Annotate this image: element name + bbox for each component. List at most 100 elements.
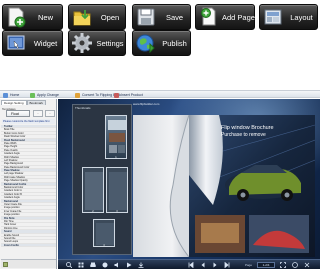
publish-button-label: Publish — [162, 38, 187, 48]
autoflip-icon[interactable] — [126, 262, 132, 268]
property-name: Toolbar — [4, 125, 13, 128]
property-value[interactable] — [31, 193, 56, 195]
property-value[interactable] — [31, 179, 56, 181]
property-value[interactable] — [31, 166, 56, 168]
property-value[interactable] — [31, 172, 56, 174]
strip-insert-product[interactable]: Insert Product — [114, 92, 143, 98]
property-name: Left Shadow — [4, 158, 18, 162]
property-section-header[interactable]: Zoom Config — [1, 243, 56, 248]
flip-book[interactable]: Flip window Brochure Purchase to remove — [133, 114, 315, 258]
property-name: Image position — [4, 213, 20, 216]
property-value[interactable] — [31, 162, 56, 164]
left-page[interactable] — [133, 114, 190, 258]
property-value[interactable] — [31, 223, 56, 225]
thumbnail-page[interactable]: 3 — [106, 167, 128, 213]
tab-bookmark[interactable]: Bookmark — [26, 100, 47, 105]
property-value[interactable] — [31, 145, 56, 147]
property-value[interactable] — [31, 203, 56, 205]
property-value[interactable] — [31, 217, 56, 219]
property-value[interactable] — [31, 206, 56, 208]
property-value[interactable] — [31, 237, 56, 239]
save-button[interactable]: Save — [132, 4, 191, 30]
property-value[interactable] — [31, 149, 56, 151]
zoom-icon[interactable] — [66, 262, 72, 268]
widget-button[interactable]: Widget — [2, 30, 63, 56]
previous-page-icon[interactable] — [200, 262, 206, 268]
settings-button-label: Settings — [96, 38, 124, 48]
help-icon[interactable] — [3, 262, 8, 267]
thumbnail-number: 1 — [115, 156, 117, 159]
property-grid: Toolbar Book Title Button Icons Color Flash… — [1, 125, 56, 248]
property-value[interactable] — [31, 156, 56, 158]
sound-icon[interactable] — [114, 262, 120, 268]
strip-home[interactable]: Home — [3, 92, 19, 98]
property-name: Zoom Config — [4, 243, 19, 247]
thumbnail-page[interactable]: 4 — [93, 219, 115, 247]
property-name: Outer Image File — [4, 202, 22, 206]
main-toolbar: New Open Save Add Page Layout Widget Set… — [0, 0, 320, 60]
property-value[interactable] — [31, 159, 56, 161]
thumbnail-page[interactable]: 2 — [82, 167, 104, 213]
property-value[interactable] — [31, 186, 56, 188]
strip-apply-change[interactable]: Apply Change — [30, 92, 59, 98]
publish-button[interactable]: Publish — [132, 30, 191, 56]
page-number-input[interactable]: 1-2/4 — [257, 262, 275, 268]
right-page[interactable]: Flip window Brochure Purchase to remove — [189, 115, 315, 257]
template-select[interactable]: Float — [6, 110, 30, 117]
property-value[interactable] — [31, 189, 56, 191]
close-icon[interactable] — [304, 262, 310, 268]
property-value[interactable] — [31, 142, 56, 144]
property-value[interactable] — [31, 227, 56, 229]
download-icon[interactable] — [138, 262, 144, 268]
property-value[interactable] — [31, 220, 56, 222]
new-page-icon — [8, 7, 26, 28]
property-name: Gradient Angle — [4, 196, 20, 199]
property-value[interactable] — [31, 176, 56, 178]
first-page-icon[interactable] — [188, 262, 194, 268]
property-value[interactable] — [31, 125, 56, 127]
property-value[interactable] — [31, 135, 56, 137]
add-page-button[interactable]: Add Page — [195, 4, 255, 30]
thumbnail-number: 3 — [116, 210, 118, 213]
thumbnail-image — [85, 172, 103, 210]
property-value[interactable] — [31, 132, 56, 134]
property-value[interactable] — [31, 152, 56, 154]
open-button[interactable]: Open — [68, 4, 126, 30]
print-icon[interactable] — [90, 262, 96, 268]
tab-design-setting[interactable]: Design Setting — [1, 100, 27, 105]
apply-change-icon — [30, 92, 35, 98]
new-button-label: New — [37, 12, 53, 22]
property-name: Sound Loops — [4, 240, 19, 243]
layout-button[interactable]: Layout — [259, 4, 318, 30]
fullscreen-icon[interactable] — [280, 262, 286, 268]
property-value[interactable] — [31, 196, 56, 198]
property-value[interactable] — [31, 244, 56, 246]
settings-button[interactable]: Settings — [68, 30, 126, 56]
template-option-button[interactable]: ... — [45, 110, 55, 117]
share-icon[interactable] — [102, 262, 108, 268]
help-icon[interactable] — [292, 262, 298, 268]
property-value[interactable] — [31, 230, 56, 232]
thumbnail-page[interactable]: 1 — [105, 115, 127, 159]
property-value[interactable] — [31, 213, 56, 215]
page-curl-image — [169, 114, 190, 258]
thumbnail-image — [108, 120, 126, 153]
thumbnails-icon[interactable] — [78, 262, 84, 268]
strip-apply-change-label: Apply Change — [37, 93, 59, 97]
template-option-button[interactable]: ... — [33, 110, 43, 117]
property-value[interactable] — [31, 139, 56, 141]
site-url[interactable]: www.flipbuilder.com — [133, 102, 159, 106]
property-name: Page Height — [4, 145, 18, 148]
page-number-value: 1-2/4 — [262, 263, 270, 267]
page-subheading: Purchase to remove — [221, 132, 266, 138]
property-value[interactable] — [31, 200, 56, 202]
property-value[interactable] — [31, 234, 56, 236]
property-value[interactable] — [31, 210, 56, 212]
property-value[interactable] — [31, 169, 56, 171]
property-value[interactable] — [31, 128, 56, 130]
property-value[interactable] — [31, 183, 56, 185]
property-value[interactable] — [31, 240, 56, 242]
new-button[interactable]: New — [2, 4, 63, 30]
next-page-icon[interactable] — [212, 262, 218, 268]
last-page-icon[interactable] — [224, 262, 230, 268]
